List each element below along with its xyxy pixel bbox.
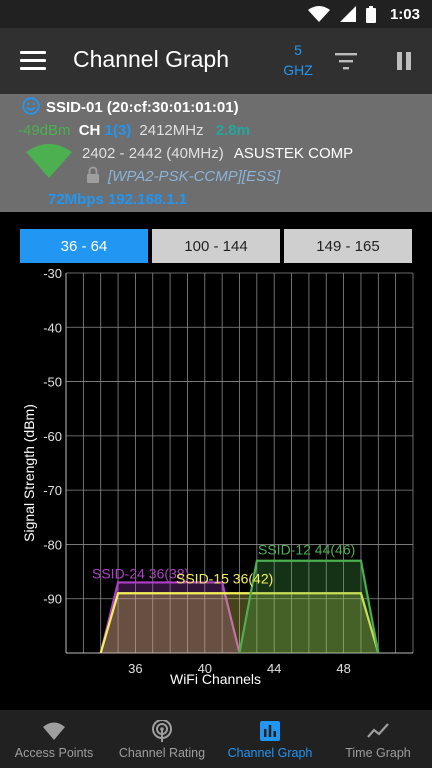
status-bar: 1:03 [0, 0, 432, 28]
tab-149-165[interactable]: 149 - 165 [284, 229, 412, 263]
nav-label: Access Points [14, 746, 94, 760]
band-toggle-button[interactable]: 5 GHZ [278, 40, 318, 80]
clock: 1:03 [389, 5, 420, 23]
link-line: 72Mbps 192.168.1.1 [48, 191, 188, 208]
nav-time-graph[interactable]: Time Graph [324, 710, 432, 768]
y-tick-label: -40 [43, 320, 62, 335]
connection-info-panel[interactable]: SSID-01 (20:cf:30:01:01:01) -49dBm CH 1(… [0, 94, 432, 212]
series-label: SSID-12 44(46) [258, 542, 355, 558]
filter-icon[interactable] [334, 50, 358, 72]
wifi-icon [43, 722, 65, 740]
hamburger-icon-bar [20, 67, 46, 70]
series-label: SSID-15 36(42) [176, 570, 273, 586]
cell-signal-icon [339, 6, 356, 22]
frequency: 2412MHz [139, 122, 204, 139]
series-label: SSID-24 36(38) [92, 565, 189, 581]
channel-graph-chart[interactable]: SSID-24 36(38) SSID-15 36(42) SSID-12 44(4… [0, 262, 432, 690]
y-tick-label: -90 [43, 592, 62, 607]
band-value: 5 [294, 42, 302, 58]
nav-access-points[interactable]: Access Points [0, 710, 108, 768]
range-line: 2402 - 2442 (40MHz) ASUSTEK COMP [82, 145, 353, 162]
ssid-line: SSID-01 (20:cf:30:01:01:01) [46, 99, 239, 116]
chart-svg: SSID-24 36(38)SSID-15 36(42) SSID-12 44(4… [21, 266, 414, 687]
x-tick-label: 36 [128, 661, 142, 676]
lock-icon [87, 166, 99, 183]
distance: 2.8m [215, 122, 250, 139]
security-line: [WPA2-PSK-CCMP][ESS] [108, 168, 281, 185]
nav-channel-graph[interactable]: Channel Graph [216, 710, 324, 768]
hamburger-icon-bar [20, 51, 46, 54]
wifi-signal-icon [26, 144, 72, 178]
vendor: ASUSTEK COMP [233, 145, 354, 162]
battery-icon [365, 5, 376, 23]
radar-icon [152, 720, 172, 742]
pause-icon[interactable] [392, 50, 416, 72]
menu-button[interactable] [20, 51, 46, 71]
nav-label: Time Graph [345, 746, 411, 760]
nav-label: Channel Rating [118, 746, 206, 760]
y-tick-label: -30 [43, 266, 62, 281]
line-chart-icon [367, 723, 389, 738]
tab-36-64[interactable]: 36 - 64 [20, 229, 148, 263]
signal-line: -49dBm CH 1(3) 2412MHz 2.8m [18, 122, 250, 139]
x-tick-label: 44 [267, 661, 281, 676]
nav-label: Channel Graph [227, 746, 313, 760]
channel-value: 1(3) [104, 122, 132, 139]
tab-100-144[interactable]: 100 - 144 [152, 229, 280, 263]
hamburger-icon-bar [20, 59, 46, 62]
y-tick-label: -50 [43, 375, 62, 390]
y-axis-label: Signal Strength (dBm) [21, 404, 37, 542]
channel-range-tabs: 36 - 64 100 - 144 149 - 165 [20, 229, 412, 263]
y-tick-label: -70 [43, 483, 62, 498]
wifi-status-icon [307, 6, 330, 22]
smiley-icon [22, 97, 40, 115]
channel-label: CH [78, 122, 101, 139]
signal-strength: -49dBm [18, 122, 71, 139]
y-tick-label: -80 [43, 537, 62, 552]
x-axis-label: WiFi Channels [170, 671, 261, 687]
bottom-nav: Access Points Channel Rating Channel Gra… [0, 710, 432, 768]
page-title: Channel Graph [73, 46, 229, 72]
nav-channel-rating[interactable]: Channel Rating [108, 710, 216, 768]
y-tick-label: -60 [43, 429, 62, 444]
band-unit: GHZ [283, 62, 313, 78]
x-tick-label: 48 [336, 661, 350, 676]
channel-range: 2402 - 2442 (40MHz) [82, 145, 224, 162]
bar-chart-icon [260, 721, 280, 741]
app-bar: Channel Graph 5 GHZ [0, 28, 432, 94]
